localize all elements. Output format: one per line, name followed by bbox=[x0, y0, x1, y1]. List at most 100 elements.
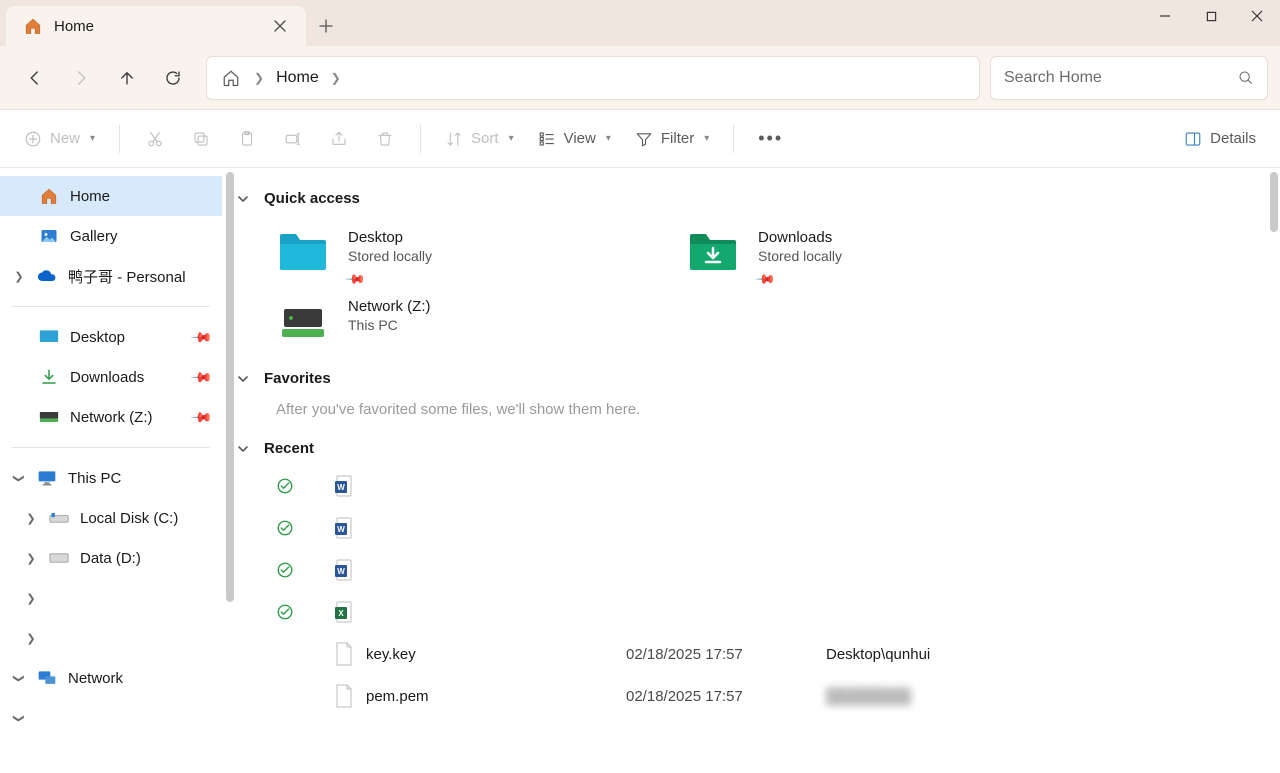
sidebar-item-expand[interactable]: ❯ bbox=[0, 698, 222, 738]
new-button[interactable]: New ▾ bbox=[14, 120, 105, 158]
back-button[interactable] bbox=[12, 55, 58, 101]
item-subtitle: Stored locally bbox=[348, 248, 432, 264]
chevron-right-icon[interactable]: ❯ bbox=[24, 552, 38, 565]
network-icon bbox=[36, 667, 58, 689]
command-toolbar: New ▾ Sort ▾ View ▾ Filter ▾ ••• Details bbox=[0, 110, 1280, 168]
sidebar-item-drive-c[interactable]: ❯ Local Disk (C:) bbox=[0, 498, 222, 538]
sidebar-item-drive-d[interactable]: ❯ Data (D:) bbox=[0, 538, 222, 578]
home-icon bbox=[22, 15, 44, 37]
delete-button[interactable] bbox=[364, 120, 406, 158]
details-pane-button[interactable]: Details bbox=[1174, 120, 1266, 158]
recent-row[interactable]: W bbox=[232, 465, 1270, 507]
recent-row[interactable]: W bbox=[232, 507, 1270, 549]
recent-row[interactable]: pem.pem02/18/2025 17:57████████ bbox=[232, 675, 1270, 717]
chevron-right-icon[interactable]: ❯ bbox=[24, 512, 38, 525]
copy-button[interactable] bbox=[180, 120, 222, 158]
drive-network-icon bbox=[276, 298, 330, 344]
sidebar-item-thispc[interactable]: ❯ This PC bbox=[0, 458, 222, 498]
file-name: pem.pem bbox=[366, 688, 626, 705]
section-title: Quick access bbox=[264, 190, 360, 207]
sidebar-item-downloads[interactable]: Downloads 📌 bbox=[0, 357, 222, 397]
section-title: Recent bbox=[264, 440, 314, 457]
chevron-down-icon: ▾ bbox=[704, 133, 709, 144]
sidebar-item-network[interactable]: ❯ Network bbox=[0, 658, 222, 698]
navigation-bar: ❯ Home ❯ bbox=[0, 46, 1280, 110]
section-favorites[interactable]: Favorites bbox=[232, 362, 1270, 395]
sidebar-item-label: Downloads bbox=[70, 369, 144, 386]
sync-status-icon bbox=[276, 519, 322, 537]
item-subtitle: Stored locally bbox=[758, 248, 842, 264]
sidebar-item-label: 鸭子哥 - Personal bbox=[68, 266, 186, 287]
gallery-icon bbox=[38, 225, 60, 247]
item-subtitle: This PC bbox=[348, 317, 431, 333]
paste-button[interactable] bbox=[226, 120, 268, 158]
sidebar-item-label: Network bbox=[68, 670, 123, 687]
sync-status-icon bbox=[276, 477, 322, 495]
chevron-down-icon bbox=[236, 442, 250, 456]
pin-icon: 📌 bbox=[189, 365, 213, 389]
section-recent[interactable]: Recent bbox=[232, 432, 1270, 465]
tab-home[interactable]: Home bbox=[6, 6, 306, 46]
toolbar-divider bbox=[733, 125, 734, 153]
pin-icon: 📌 bbox=[189, 405, 213, 429]
quick-access-grid: Desktop Stored locally 📌 Downloads Store… bbox=[232, 215, 1270, 362]
more-button[interactable]: ••• bbox=[748, 120, 793, 158]
quick-access-item[interactable]: Network (Z:) This PC bbox=[276, 292, 606, 350]
toolbar-divider bbox=[420, 125, 421, 153]
tab-title: Home bbox=[54, 18, 94, 35]
filter-button[interactable]: Filter ▾ bbox=[625, 120, 719, 158]
close-window-button[interactable] bbox=[1234, 0, 1280, 32]
forward-button[interactable] bbox=[58, 55, 104, 101]
sidebar-item-gallery[interactable]: Gallery bbox=[0, 216, 222, 256]
chevron-down-icon[interactable]: ❯ bbox=[13, 671, 26, 685]
search-input[interactable] bbox=[1004, 69, 1238, 87]
up-button[interactable] bbox=[104, 55, 150, 101]
window-controls bbox=[1142, 0, 1280, 32]
search-icon bbox=[1238, 70, 1254, 86]
recent-row[interactable]: W bbox=[232, 549, 1270, 591]
chevron-down-icon: ▾ bbox=[90, 133, 95, 144]
address-bar[interactable]: ❯ Home ❯ bbox=[206, 56, 980, 100]
sort-button[interactable]: Sort ▾ bbox=[435, 120, 524, 158]
section-quick-access[interactable]: Quick access bbox=[232, 182, 1270, 215]
sidebar-item-onedrive[interactable]: ❯ 鸭子哥 - Personal bbox=[0, 256, 222, 296]
chevron-right-icon[interactable]: ❯ bbox=[12, 270, 26, 283]
view-button[interactable]: View ▾ bbox=[528, 120, 621, 158]
chevron-right-icon[interactable]: ❯ bbox=[24, 632, 38, 645]
quick-access-item[interactable]: Downloads Stored locally 📌 bbox=[686, 223, 1016, 292]
chevron-right-icon[interactable]: ❯ bbox=[24, 592, 38, 605]
tab-close-button[interactable] bbox=[270, 16, 290, 36]
favorites-empty-text: After you've favorited some files, we'll… bbox=[232, 395, 1270, 432]
download-icon bbox=[38, 366, 60, 388]
address-segment[interactable]: Home bbox=[276, 69, 319, 87]
minimize-button[interactable] bbox=[1142, 0, 1188, 32]
cut-button[interactable] bbox=[134, 120, 176, 158]
folder-download-icon bbox=[686, 229, 740, 275]
quick-access-item[interactable]: Desktop Stored locally 📌 bbox=[276, 223, 606, 292]
sidebar-item-home[interactable]: Home bbox=[0, 176, 222, 216]
new-tab-button[interactable] bbox=[306, 6, 346, 46]
sidebar-item-network-drive[interactable]: Network (Z:) 📌 bbox=[0, 397, 222, 437]
recent-row[interactable]: key.key02/18/2025 17:57Desktop\qunhui bbox=[232, 633, 1270, 675]
sidebar-item-expand[interactable]: ❯ bbox=[0, 618, 222, 658]
sidebar-item-label: Local Disk (C:) bbox=[80, 510, 178, 527]
file-date: 02/18/2025 17:57 bbox=[626, 646, 826, 663]
search-box[interactable] bbox=[990, 56, 1268, 100]
sort-label: Sort bbox=[471, 130, 499, 147]
sidebar-item-label: Data (D:) bbox=[80, 550, 141, 567]
share-button[interactable] bbox=[318, 120, 360, 158]
recent-row[interactable]: X bbox=[232, 591, 1270, 633]
sidebar-item-expand[interactable]: ❯ bbox=[0, 578, 222, 618]
item-title: Downloads bbox=[758, 229, 842, 246]
chevron-down-icon[interactable]: ❯ bbox=[13, 471, 26, 485]
content-scrollbar[interactable] bbox=[1270, 172, 1278, 232]
refresh-button[interactable] bbox=[150, 55, 196, 101]
maximize-button[interactable] bbox=[1188, 0, 1234, 32]
rename-button[interactable] bbox=[272, 120, 314, 158]
chevron-down-icon[interactable]: ❯ bbox=[13, 711, 26, 725]
tab-strip: Home bbox=[0, 0, 346, 46]
item-title: Desktop bbox=[348, 229, 432, 246]
navigation-pane: Home Gallery ❯ 鸭子哥 - Personal Desktop 📌 … bbox=[0, 168, 222, 773]
sidebar-item-desktop[interactable]: Desktop 📌 bbox=[0, 317, 222, 357]
toolbar-divider bbox=[119, 125, 120, 153]
